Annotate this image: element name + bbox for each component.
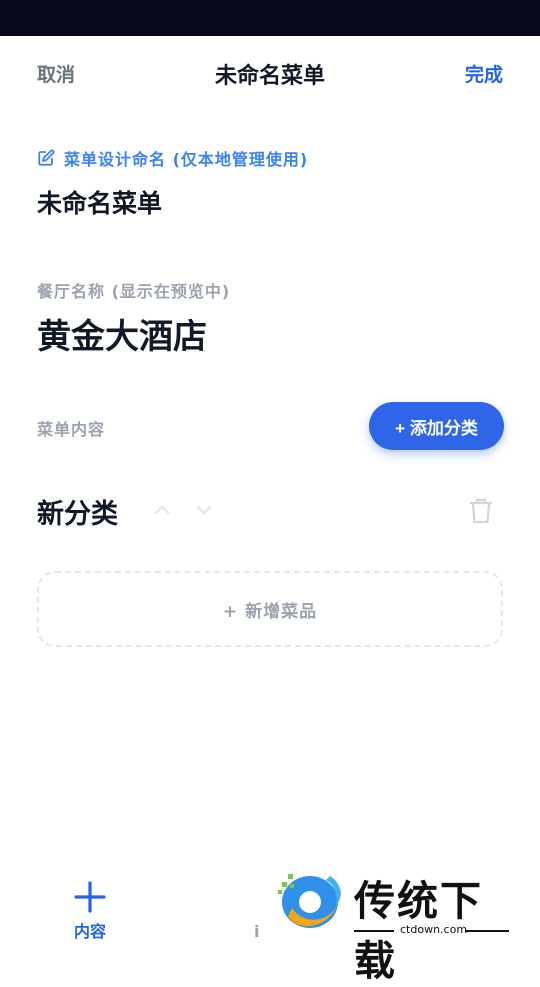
watermark: 传统下载 ctdown.com — [270, 864, 520, 985]
watermark-rule-left — [354, 930, 394, 932]
restaurant-name-label: 餐厅名称 (显示在预览中) — [37, 282, 231, 301]
category-name-field[interactable]: 新分类 — [37, 492, 118, 531]
add-category-button[interactable]: + 添加分类 — [369, 402, 504, 450]
watermark-url: ctdown.com — [400, 923, 468, 936]
page-title: 未命名菜单 — [214, 64, 325, 89]
watermark-rule-right — [465, 930, 509, 932]
edit-icon — [38, 149, 55, 166]
status-bar — [0, 0, 540, 36]
add-dish-button[interactable]: + 新增菜品 — [37, 571, 503, 647]
plus-icon — [74, 881, 106, 913]
move-up-icon[interactable] — [152, 500, 172, 520]
move-down-icon[interactable] — [194, 500, 214, 520]
menu-design-name-label: 菜单设计命名 (仅本地管理使用) — [37, 146, 308, 170]
restaurant-name-field[interactable]: 黄金大酒店 — [37, 309, 207, 358]
done-button[interactable]: 完成 — [465, 60, 503, 87]
watermark-logo-icon — [278, 874, 341, 928]
trash-icon[interactable] — [468, 497, 494, 525]
menu-design-name-label-text: 菜单设计命名 (仅本地管理使用) — [64, 150, 309, 169]
nav-tab-content-label: 内容 — [73, 922, 106, 941]
menu-content-label: 菜单内容 — [37, 420, 106, 439]
nav-tab-content[interactable]: 内容 — [60, 880, 120, 942]
top-bar: 取消 未命名菜单 完成 — [0, 36, 540, 110]
menu-design-name-field[interactable]: 未命名菜单 — [37, 184, 162, 220]
nav-tab-partial-label[interactable]: i — [254, 922, 259, 941]
